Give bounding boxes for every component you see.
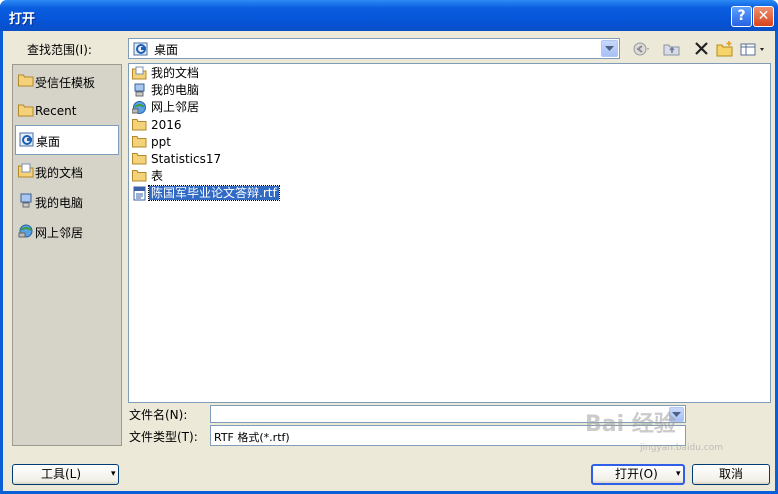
place-label: 网上邻居: [35, 226, 84, 240]
lookin-combobox[interactable]: 桌面: [128, 38, 620, 59]
file-label: 我的文档: [151, 66, 200, 80]
place-label: 桌面: [36, 135, 61, 149]
file-label: Statistics17: [151, 152, 222, 166]
delete-icon[interactable]: [692, 39, 712, 59]
folder-icon: [18, 103, 34, 120]
tools-button-label: 工具(L): [41, 467, 82, 481]
tools-button[interactable]: 工具(L) ▾: [12, 464, 119, 485]
desktop-icon: [19, 132, 35, 151]
file-label: 我的电脑: [151, 83, 200, 97]
place-label: 受信任模板: [35, 76, 96, 90]
chevron-down-icon: ▾: [676, 469, 681, 479]
place-desktop[interactable]: 桌面: [15, 125, 119, 155]
place-trusted-templates[interactable]: 受信任模板: [15, 67, 119, 97]
lookin-value: 桌面: [154, 43, 179, 57]
folder-icon: [132, 152, 147, 168]
place-recent[interactable]: Recent: [15, 97, 119, 127]
lookin-label: 查找范围(I):: [27, 43, 92, 57]
back-icon[interactable]: [631, 39, 651, 59]
open-button-label: 打开(O): [615, 467, 658, 481]
documents-icon: [18, 163, 34, 181]
folder-icon: [132, 135, 147, 151]
views-menu-icon[interactable]: [739, 39, 764, 59]
cancel-button[interactable]: 取消: [692, 464, 770, 485]
help-button[interactable]: ?: [731, 6, 752, 27]
titlebar[interactable]: 打开 ? ✕: [0, 0, 778, 31]
computer-icon: [132, 83, 147, 101]
file-label: ppt: [151, 135, 171, 149]
folder-icon: [132, 118, 147, 134]
up-folder-icon[interactable]: [662, 39, 682, 59]
place-my-documents[interactable]: 我的文档: [15, 157, 119, 187]
chevron-down-icon: ▾: [111, 469, 116, 479]
window-title: 打开: [9, 12, 36, 27]
filetype-label: 文件类型(T):: [129, 430, 198, 444]
open-dialog: 打开 ? ✕ 查找范围(I): 桌面 受信任模板 Recent 桌面 我的文档 …: [0, 0, 778, 494]
filename-label: 文件名(N):: [129, 408, 188, 422]
file-label: 陈国军毕业论文答辩.rtf: [148, 185, 280, 201]
folder-icon: [132, 169, 147, 185]
watermark-url: jingyan.baidu.com: [640, 443, 724, 453]
new-folder-icon[interactable]: [715, 39, 735, 59]
documents-icon: [132, 66, 147, 83]
network-icon: [131, 100, 147, 118]
rtf-file-icon: [132, 186, 147, 204]
open-button[interactable]: 打开(O) ▾: [591, 464, 685, 485]
place-label: Recent: [35, 104, 77, 118]
file-label: 网上邻居: [151, 100, 200, 114]
computer-icon: [18, 193, 34, 212]
place-label: 我的文档: [35, 166, 84, 180]
file-label: 2016: [151, 118, 182, 132]
folder-icon: [18, 73, 34, 90]
network-icon: [18, 223, 34, 242]
desktop-icon: [133, 41, 149, 60]
watermark-logo: Bai 经验: [585, 412, 676, 437]
place-network[interactable]: 网上邻居: [15, 217, 119, 247]
filetype-value: RTF 格式(*.rtf): [214, 431, 290, 444]
place-label: 我的电脑: [35, 196, 84, 210]
place-my-computer[interactable]: 我的电脑: [15, 187, 119, 217]
file-label: 表: [151, 169, 164, 183]
file-list[interactable]: 我的文档 我的电脑 网上邻居 2016 ppt Statistics17 表 陈…: [128, 63, 771, 403]
close-button[interactable]: ✕: [753, 6, 774, 27]
chevron-down-icon[interactable]: [601, 40, 618, 57]
places-bar: 受信任模板 Recent 桌面 我的文档 我的电脑 网上邻居: [12, 64, 122, 446]
